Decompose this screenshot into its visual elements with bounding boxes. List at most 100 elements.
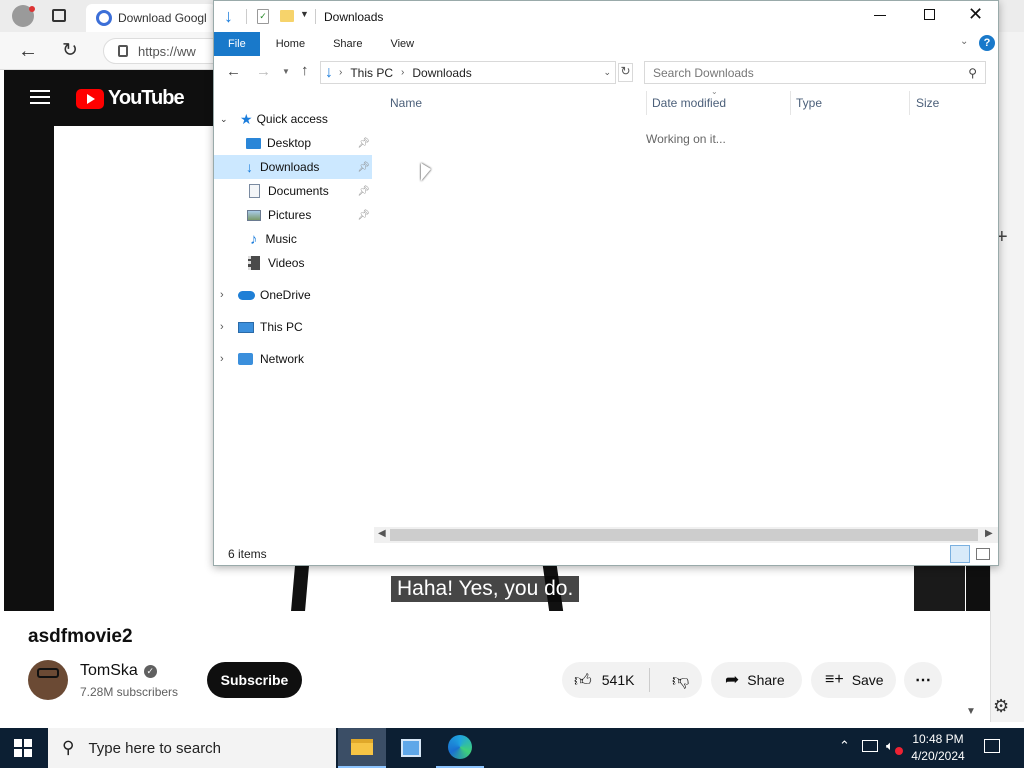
large-icons-view-icon[interactable] [976,548,990,560]
channel-name[interactable]: TomSka ✓ [80,662,157,680]
scroll-right-icon[interactable]: ▶ [985,528,993,539]
pin-icon[interactable]: 📌︎ [357,186,370,197]
recent-locations-icon[interactable]: ▼ [282,67,290,76]
nav-back-icon[interactable]: ← [226,63,241,80]
nav-quick-access[interactable]: ⌄ ★ Quick access [220,107,370,131]
search-placeholder: Search Downloads [653,65,754,80]
pin-icon[interactable]: 📌︎ [357,138,370,149]
thumbs-down-icon: 👎︎ [672,670,690,690]
up-folder-icon[interactable]: ↑ [301,62,309,79]
notifications-icon[interactable] [984,739,1000,753]
start-button-windows-icon[interactable] [14,739,32,757]
close-button[interactable]: ✕ [968,4,983,25]
more-actions-button[interactable]: ⋯ [904,662,942,698]
save-label: Save [851,672,884,688]
tab-actions-icon[interactable] [52,9,66,22]
nav-item-network[interactable]: › Network [220,347,370,371]
nav-item-this-pc[interactable]: › This PC [220,315,370,339]
subscribe-button[interactable]: Subscribe [207,662,302,698]
column-separator[interactable] [909,91,910,115]
channel-watermark[interactable] [914,566,965,611]
qat-dropdown-icon[interactable]: ▼ [300,9,309,19]
menu-icon[interactable] [30,90,50,104]
browser-tab[interactable]: Download Googl [86,4,216,32]
scroll-down-icon[interactable]: ▼ [966,706,976,717]
youtube-logo[interactable]: YouTube [76,87,185,110]
notification-dot [29,6,35,12]
expand-chevron-icon[interactable]: › [220,289,238,301]
refresh-address-icon[interactable]: ↻ [618,63,633,82]
youtube-logo-text: YouTube [108,87,185,109]
horizontal-scrollbar[interactable]: ◀ ▶ [374,527,998,543]
video-title: asdfmovie2 [28,626,133,647]
taskbar-search-box[interactable]: ⚲ Type here to search [48,728,336,768]
help-icon[interactable]: ? [979,35,995,51]
qat-divider [246,9,247,24]
window-title: Downloads [324,10,384,24]
back-icon[interactable]: ← [18,40,38,63]
lock-icon [118,45,128,57]
scroll-left-icon[interactable]: ◀ [378,528,386,539]
dislike-button[interactable]: 👎︎ [658,670,689,691]
expand-chevron-icon[interactable]: ⌄ [220,114,240,125]
taskbar-edge[interactable] [436,728,484,768]
column-separator[interactable] [790,91,791,115]
ribbon-tab-file[interactable]: File [214,32,260,56]
nav-item-desktop[interactable]: Desktop 📌︎ [214,131,372,155]
settings-gear-icon[interactable]: ⚙ [993,696,1009,717]
pin-icon[interactable]: 📌︎ [357,162,370,173]
nav-item-label: Music [265,232,297,246]
channel-name-text: TomSka [80,662,138,679]
nav-item-label: Documents [268,184,329,198]
breadcrumb-chevron-icon[interactable]: › [401,67,404,78]
breadcrumb-this-pc[interactable]: This PC [350,66,393,80]
ribbon-tab-view[interactable]: View [376,32,428,56]
show-hidden-icons-icon[interactable]: ⌃ [839,738,850,754]
tab-title: Download Googl [118,11,207,25]
pin-icon[interactable]: 📌︎ [357,210,370,221]
ribbon-tab-share[interactable]: Share [319,32,376,56]
breadcrumb-downloads[interactable]: Downloads [412,66,471,80]
nav-item-label: This PC [260,320,303,334]
like-button[interactable]: 👍︎ 541K [562,668,650,692]
scroll-thumb[interactable] [390,529,978,541]
properties-icon[interactable]: ✓ [257,9,269,24]
nav-item-onedrive[interactable]: › OneDrive [220,283,370,307]
volume-muted-icon[interactable]: 🔈︎ [886,738,894,754]
column-header-name[interactable]: Name [390,91,646,115]
search-downloads-input[interactable]: Search Downloads ⚲ [644,61,986,84]
refresh-icon[interactable]: ↻ [62,39,78,62]
taskbar-clock[interactable]: 10:48 PM 4/20/2024 [906,731,970,765]
network-status-icon[interactable] [862,740,878,752]
ribbon-tab-home[interactable]: Home [260,32,319,56]
column-header-size[interactable]: Size [916,91,988,115]
address-breadcrumb[interactable]: ↓ › This PC › Downloads ⌄ [320,61,616,84]
details-view-icon[interactable] [950,545,970,563]
column-separator[interactable] [646,91,647,115]
expand-ribbon-icon[interactable]: ⌄ [960,36,968,47]
video-caption: Haha! Yes, you do. [391,576,580,602]
taskbar-app[interactable] [387,728,435,768]
maximize-button[interactable] [924,9,935,20]
taskbar-search-placeholder: Type here to search [88,739,222,757]
channel-avatar[interactable] [28,660,68,700]
save-button[interactable]: ≡+ Save [811,662,896,698]
nav-item-videos[interactable]: Videos [214,251,372,275]
minimize-button[interactable] [874,15,886,16]
share-button[interactable]: ➦ Share [711,662,802,698]
nav-item-music[interactable]: ♪ Music [214,227,372,251]
expand-chevron-icon[interactable]: › [220,353,238,365]
nav-item-documents[interactable]: Documents 📌︎ [214,179,372,203]
taskbar-file-explorer[interactable] [338,728,386,768]
expand-chevron-icon[interactable]: › [220,321,238,333]
address-dropdown-icon[interactable]: ⌄ [603,67,611,78]
column-header-date-modified[interactable]: Date modified [652,91,790,115]
nav-forward-icon[interactable]: → [256,63,271,80]
column-header-type[interactable]: Type [796,91,908,115]
new-folder-icon[interactable] [280,10,294,22]
documents-icon [249,184,260,198]
nav-item-label: Videos [268,256,305,270]
breadcrumb-chevron-icon[interactable]: › [339,67,342,78]
nav-item-downloads[interactable]: ↓ Downloads 📌︎ [214,155,372,179]
nav-item-pictures[interactable]: Pictures 📌︎ [214,203,372,227]
